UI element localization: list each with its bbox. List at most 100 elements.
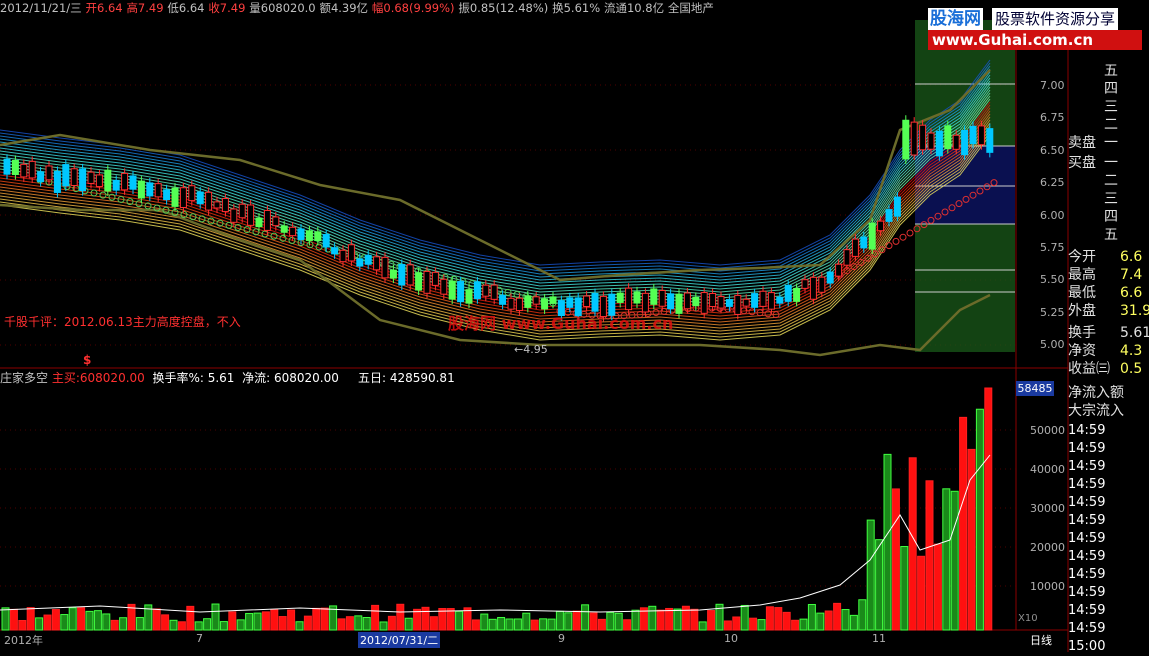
- candle-body: [818, 276, 826, 293]
- volume-ma-line: [0, 454, 991, 613]
- volume-bar: [295, 621, 304, 631]
- candle-body: [893, 196, 901, 217]
- volume-bar: [555, 610, 564, 631]
- five-day-label: 五日:: [357, 371, 386, 385]
- sell-level: 三: [1104, 99, 1118, 115]
- candle-body: [944, 125, 952, 150]
- watermark: 股海网 www.Guhai.com.cn: [448, 314, 674, 333]
- candle-body: [742, 298, 750, 307]
- candle-body: [667, 293, 675, 310]
- tick-time: 14:59: [1068, 441, 1106, 456]
- volume-bar: [597, 618, 606, 631]
- volume-bar: [219, 621, 228, 631]
- volume-bar: [933, 543, 942, 631]
- candle-body: [927, 132, 935, 150]
- turnover-label: 换手率%:: [152, 371, 204, 385]
- volume-bar: [925, 480, 934, 631]
- candle-body: [541, 298, 549, 310]
- candle-body: [507, 297, 515, 310]
- volume-bar: [1, 607, 10, 631]
- volume-bar: [698, 621, 707, 631]
- volume-bar: [539, 618, 548, 631]
- candle-body: [549, 296, 557, 304]
- net-inflow-label: 净流入额: [1068, 385, 1124, 401]
- x10-label: X10: [1018, 613, 1038, 624]
- sell-level: 二: [1104, 117, 1118, 133]
- stat-row: 今开 6.6: [1068, 248, 1149, 266]
- volume-bar: [564, 612, 573, 631]
- stat-label: 外盘: [1068, 303, 1096, 319]
- buy-level: 二: [1104, 173, 1118, 189]
- buy-level: 一: [1104, 155, 1118, 171]
- volume-bar: [740, 604, 749, 631]
- volume-bar: [102, 613, 111, 631]
- tick-time: 14:59: [1068, 477, 1106, 492]
- candle-body: [717, 296, 725, 309]
- volume-bar: [774, 607, 783, 631]
- stat-value: 6.6: [1120, 285, 1143, 301]
- volume-bar: [875, 539, 884, 631]
- volume-bar: [177, 621, 186, 631]
- candle-body: [835, 263, 843, 277]
- volume-axis-label: 40000: [1030, 463, 1065, 476]
- candle-body: [801, 279, 809, 289]
- candle-body: [776, 296, 784, 304]
- price-axis-label: 5.25: [1040, 305, 1065, 319]
- volume-bar: [891, 488, 900, 631]
- period-button[interactable]: 日线: [1030, 632, 1052, 648]
- five-day-value: 428590.81: [389, 371, 455, 385]
- candle-body: [280, 225, 288, 233]
- volume-bar: [690, 608, 699, 631]
- stat-label: 最低: [1068, 285, 1096, 301]
- volume-bar: [110, 619, 119, 631]
- candle-body: [515, 297, 523, 312]
- candle-body: [230, 208, 238, 223]
- candle-body: [221, 197, 229, 213]
- moving-average-ribbon: [0, 74, 991, 281]
- candle-body: [289, 226, 297, 237]
- candle-body: [79, 168, 87, 192]
- candle-body: [20, 163, 28, 178]
- volume-bar: [572, 610, 581, 631]
- moving-average-ribbon: [0, 59, 991, 266]
- signal-dot: [906, 229, 914, 237]
- stat-label: 收益㈢: [1068, 361, 1110, 377]
- candle-body: [826, 271, 834, 284]
- tick-time: 14:59: [1068, 531, 1106, 546]
- net-value: 608020.00: [273, 371, 339, 385]
- candle-body: [247, 204, 255, 226]
- stat-label: 今开: [1068, 249, 1096, 265]
- candle-body: [423, 270, 431, 294]
- volume-bar: [614, 612, 623, 631]
- volume-bar: [959, 416, 968, 631]
- candle-body: [112, 179, 120, 191]
- candle-body: [877, 220, 885, 232]
- x-label-year: 2012年: [4, 634, 43, 647]
- x-label-selected-date[interactable]: 2012/07/31/二: [358, 632, 441, 648]
- volume-bar: [589, 612, 598, 631]
- candle-body: [784, 284, 792, 302]
- volume-bar: [26, 607, 35, 631]
- volume-bar: [446, 608, 455, 631]
- stock-comment: 千股千评：2012.06.13主力高度控盘，不入: [4, 315, 241, 329]
- volume-bar: [522, 612, 531, 631]
- candle-body: [314, 231, 322, 241]
- candle-body: [591, 292, 599, 312]
- indicator-name[interactable]: 庄家多空: [0, 371, 48, 385]
- volume-bar: [161, 614, 170, 631]
- candle-body: [104, 169, 112, 192]
- candle-body: [389, 269, 397, 279]
- candle-body: [62, 164, 70, 187]
- volume-bar: [942, 488, 951, 631]
- low-price-marker: ←4.95: [514, 343, 548, 356]
- candle-body: [473, 281, 481, 300]
- volume-bar: [488, 618, 497, 631]
- volume-bar: [9, 608, 18, 631]
- moving-average-ribbon: [0, 77, 991, 284]
- volume-axis-label: 20000: [1030, 541, 1065, 554]
- moving-average-ribbon: [0, 68, 991, 275]
- candle-body: [885, 209, 893, 222]
- candle-body: [70, 168, 78, 186]
- volume-bar: [513, 618, 522, 631]
- candle-body: [45, 165, 53, 181]
